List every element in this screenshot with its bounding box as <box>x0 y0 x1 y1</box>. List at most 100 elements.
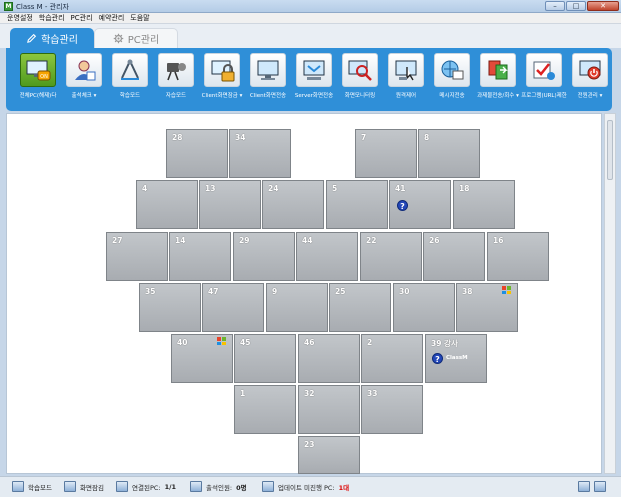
screen-lock-icon <box>64 481 76 492</box>
message-send-label: 메시지전송 <box>439 93 465 99</box>
toolbar: ON 전체PC(해제)다 출석체크 ▾ 학습모드 자습모드 Client화면잠금… <box>6 48 612 111</box>
status-bar: 학습모드 화면잠김 연결된PC: 1/1 출석인원: 0명 업데이트 미진행 P… <box>0 476 621 497</box>
status-update-value: 1대 <box>338 483 350 492</box>
pc-tile[interactable]: 13 <box>199 180 261 229</box>
screen-monitoring-label: 화면모니터링 <box>344 93 376 99</box>
menu-operation-settings[interactable]: 운영설정 <box>4 13 36 23</box>
pc-tile[interactable]: 46 <box>298 334 360 383</box>
status-attendance-label: 출석인원: <box>206 483 233 492</box>
maximize-button[interactable]: □ <box>566 1 586 11</box>
minimize-button[interactable]: – <box>545 1 565 11</box>
pc-tile[interactable]: 30 <box>393 283 455 332</box>
power-icon <box>572 53 608 87</box>
self-study-label: 자습모드 <box>165 93 187 99</box>
network-pc-icon <box>116 481 128 492</box>
pc-number: 33 <box>367 389 378 398</box>
all-pc-on-label: 전체PC(해제)다 <box>19 93 57 99</box>
pc-number: 39 강사 <box>431 339 458 348</box>
pc-tile[interactable]: 24 <box>262 180 324 229</box>
menu-reservation[interactable]: 예약관리 <box>96 13 128 23</box>
pc-tile[interactable]: 7 <box>355 129 417 178</box>
pc-number: 47 <box>208 287 219 296</box>
pc-tile[interactable]: 41 ? <box>389 180 451 229</box>
tab-strip: 학습관리 PC관리 <box>0 24 621 48</box>
pc-tile[interactable]: 40 <box>171 334 233 383</box>
gear-icon <box>113 33 124 44</box>
pc-tile[interactable]: 5 <box>326 180 388 229</box>
pc-tile[interactable]: 16 <box>487 232 549 281</box>
pc-number: 24 <box>268 184 279 193</box>
pc-tile[interactable]: 33 <box>361 385 423 434</box>
pc-tile[interactable]: 28 <box>166 129 228 178</box>
program-limit-icon <box>526 53 562 87</box>
menu-bar: 운영설정 학습관리 PC관리 예약관리 도움말 <box>0 13 621 24</box>
power-management-button[interactable]: 전원관리 ▾ <box>562 53 618 107</box>
pc-number: 16 <box>493 236 504 245</box>
assignment-transfer-label: 과제물전송/회수 ▾ <box>477 93 519 99</box>
pc-tile[interactable]: 1 <box>234 385 296 434</box>
pc-number: 1 <box>240 389 246 398</box>
question-icon: ? <box>432 353 443 364</box>
status-attendance: 출석인원: 0명 <box>190 481 247 492</box>
pc-tile[interactable]: 18 <box>453 180 515 229</box>
menu-study-management[interactable]: 학습관리 <box>36 13 68 23</box>
pc-tile[interactable]: 29 <box>233 232 295 281</box>
tab-study-management[interactable]: 학습관리 <box>10 28 94 48</box>
tab-pc-management-label: PC관리 <box>127 35 160 46</box>
app-logo-icon: M <box>4 2 13 11</box>
pc-tile[interactable]: 25 <box>329 283 391 332</box>
pc-number: 2 <box>367 338 373 347</box>
pc-tile[interactable]: 45 <box>234 334 296 383</box>
pc-number: 5 <box>332 184 338 193</box>
tray-download-icon[interactable] <box>594 481 606 492</box>
pc-tile[interactable]: 8 <box>418 129 480 178</box>
pc-number: 30 <box>399 287 410 296</box>
server-screen-send-label: Server화면전송 <box>294 93 334 99</box>
vertical-scrollbar[interactable] <box>604 113 616 474</box>
pc-tile[interactable]: 35 <box>139 283 201 332</box>
pc-number: 40 <box>177 338 188 347</box>
menu-pc-management[interactable]: PC관리 <box>68 13 96 23</box>
pc-tile[interactable]: 27 <box>106 232 168 281</box>
pc-tile[interactable]: 44 <box>296 232 358 281</box>
pc-number: 18 <box>459 184 470 193</box>
pc-tile[interactable]: 22 <box>360 232 422 281</box>
attendance-icon <box>66 53 102 87</box>
client-screen-send-label: Client화면전송 <box>249 93 287 99</box>
pc-tile[interactable]: 9 <box>266 283 328 332</box>
tab-study-management-label: 학습관리 <box>41 34 78 46</box>
status-mode: 학습모드 <box>12 481 52 492</box>
status-update: 업데이트 미진행 PC: 1대 <box>262 481 349 492</box>
pc-number: 41 <box>395 184 406 193</box>
status-screen-lock: 화면잠김 <box>64 481 104 492</box>
pc-tile[interactable]: 4 <box>136 180 198 229</box>
attendance-label: 출석체크 ▾ <box>71 93 97 99</box>
pc-number: 22 <box>366 236 377 245</box>
tab-pc-management[interactable]: PC관리 <box>94 28 178 48</box>
tray-monitor-icon[interactable] <box>578 481 590 492</box>
study-mode-label: 학습모드 <box>119 93 141 99</box>
menu-help[interactable]: 도움말 <box>127 13 152 23</box>
windows-icon <box>217 337 226 345</box>
pc-tile[interactable]: 38 <box>456 283 518 332</box>
pc-number: 8 <box>424 133 430 142</box>
pc-number: 46 <box>304 338 315 347</box>
status-connected-value: 1/1 <box>164 482 177 491</box>
pc-tile[interactable]: 14 <box>169 232 231 281</box>
pc-tile-teacher[interactable]: 39 강사 ? ClassM <box>425 334 487 383</box>
pc-tile[interactable]: 47 <box>202 283 264 332</box>
pc-number: 25 <box>335 287 346 296</box>
pc-number: 13 <box>205 184 216 193</box>
pc-tile[interactable]: 26 <box>423 232 485 281</box>
pc-tile[interactable]: 34 <box>229 129 291 178</box>
status-connected: 연결된PC: 1/1 <box>116 481 176 492</box>
pc-tile[interactable]: 32 <box>298 385 360 434</box>
pc-tile[interactable]: 2 <box>361 334 423 383</box>
scrollbar-thumb[interactable] <box>607 120 613 180</box>
pc-number: 44 <box>302 236 313 245</box>
pc-tile[interactable]: 23 <box>298 436 360 474</box>
power-management-label: 전원관리 ▾ <box>577 93 603 99</box>
pc-number: 9 <box>272 287 278 296</box>
pc-number: 7 <box>361 133 367 142</box>
close-button[interactable]: ✕ <box>587 1 619 11</box>
